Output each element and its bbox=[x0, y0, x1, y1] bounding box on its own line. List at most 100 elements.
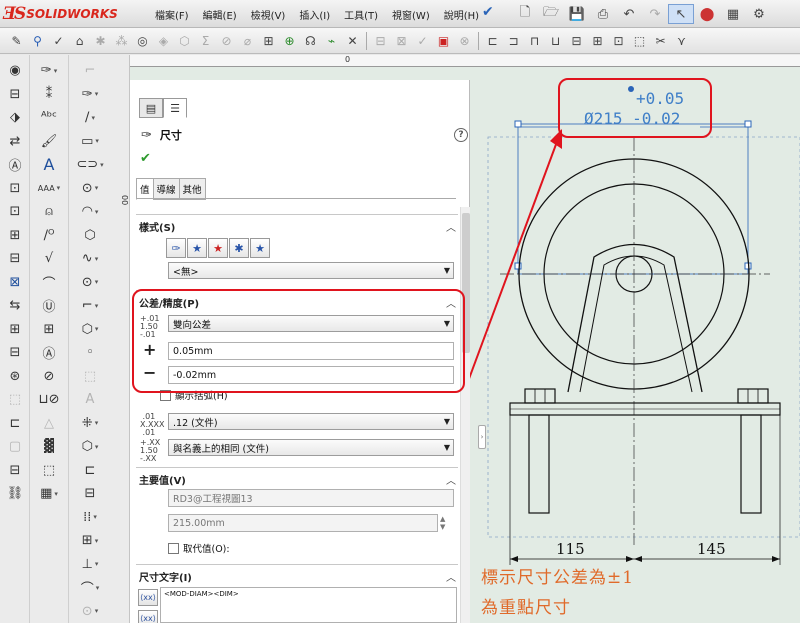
rebuild-icon[interactable]: ⬤ bbox=[694, 4, 720, 24]
layers-icon[interactable]: ⊟ bbox=[2, 459, 28, 483]
align-horizontal-icon[interactable]: ⊟ bbox=[566, 31, 587, 51]
dimension-text-button[interactable]: ⟨xx⟩ bbox=[138, 610, 158, 623]
spin-arrows-icon[interactable]: ▲ ▼ bbox=[440, 515, 445, 531]
undo-icon[interactable]: ↶ bbox=[616, 4, 642, 24]
collapse-chevron-icon[interactable]: ︿ bbox=[446, 219, 456, 234]
collapse-chevron-icon[interactable]: ︿ bbox=[446, 472, 456, 487]
dimension-reference-field[interactable]: RD3@工程視圖13 bbox=[168, 489, 454, 507]
arc-icon[interactable]: ◠ ▾ bbox=[72, 200, 108, 224]
links-icon[interactable]: ⛓ bbox=[2, 482, 28, 506]
ok-checkmark-icon[interactable]: ✔ bbox=[140, 151, 151, 166]
file-properties-icon[interactable]: ▦ bbox=[720, 4, 746, 24]
smart-dimension-tool-icon[interactable]: ✑ ▾ bbox=[32, 59, 66, 83]
fillet-icon[interactable]: ⌐ ▾ bbox=[72, 294, 108, 318]
model-view-icon[interactable]: ◉ bbox=[2, 59, 28, 83]
apply-default-style-icon[interactable]: ✑ bbox=[166, 238, 186, 258]
broken-out-section-icon[interactable]: ⊡ bbox=[2, 177, 28, 201]
mirror-icon[interactable]: ⊟ bbox=[72, 482, 108, 506]
datum-feature-tool-icon[interactable]: Ⓐ bbox=[32, 341, 66, 365]
slot-icon[interactable]: ⊂⊃ ▾ bbox=[72, 153, 108, 177]
line-icon[interactable]: ∕ ▾ bbox=[72, 106, 108, 130]
rapid-sketch-icon[interactable]: ⊙ ▾ bbox=[72, 600, 108, 623]
display-relations-icon[interactable]: ⊥ ▾ bbox=[72, 553, 108, 577]
geometric-tolerance-icon[interactable]: ⊞ bbox=[258, 31, 279, 51]
primary-value-field[interactable]: 215.00mm bbox=[168, 514, 438, 532]
datum-target-tool-icon[interactable]: ⊘ bbox=[32, 365, 66, 389]
section-view-icon[interactable]: ⇄ bbox=[2, 130, 28, 154]
style-select[interactable]: <無> ▼ bbox=[168, 262, 454, 279]
spell-checker-icon[interactable]: ᴬᵇᶜ bbox=[32, 106, 66, 130]
center-mark-icon[interactable]: ✕ bbox=[342, 31, 363, 51]
update-view-icon[interactable]: ⊛ bbox=[2, 365, 28, 389]
delete-style-icon[interactable]: ★ bbox=[208, 238, 228, 258]
align-left-icon[interactable]: ⊏ bbox=[482, 31, 503, 51]
menu-window[interactable]: 視窗(W) bbox=[392, 7, 430, 22]
smart-dim-sketch-icon[interactable]: ✑ ▾ bbox=[72, 83, 108, 107]
align-vertical-icon[interactable]: ⊞ bbox=[587, 31, 608, 51]
load-style-icon[interactable]: ★ bbox=[250, 238, 270, 258]
model-items-tool-icon[interactable]: ⁑ bbox=[32, 83, 66, 107]
tab-other[interactable]: 其他 bbox=[178, 178, 206, 200]
feature-manager-tab[interactable]: ▤ bbox=[139, 98, 163, 118]
block-tool-icon[interactable]: ⬚ bbox=[32, 459, 66, 483]
linear-pattern-sketch-icon[interactable]: ⁞⁞ ▾ bbox=[72, 506, 108, 530]
save-icon[interactable]: 💾 bbox=[564, 4, 590, 24]
format-painter-icon[interactable]: ⌂ bbox=[69, 31, 90, 51]
move-icon[interactable]: ⊞ ▾ bbox=[72, 529, 108, 553]
hole-callout-tool-icon[interactable]: Ⓤ bbox=[32, 294, 66, 318]
precision-select[interactable]: .12 (文件) ▼ bbox=[168, 413, 454, 430]
empty-view-icon[interactable]: ⊟ bbox=[2, 341, 28, 365]
spell-check-icon[interactable]: ✓ bbox=[48, 31, 69, 51]
convert-entities-icon[interactable]: ⬡ ▾ bbox=[72, 435, 108, 459]
menu-help[interactable]: 說明(H) bbox=[444, 7, 479, 22]
group-icon[interactable]: ⬚ bbox=[629, 31, 650, 51]
crop-view-icon[interactable]: ⊞ bbox=[2, 224, 28, 248]
align-right-icon[interactable]: ⊐ bbox=[503, 31, 524, 51]
area-hatch-tool-icon[interactable]: ▓ bbox=[32, 435, 66, 459]
redo-icon[interactable]: ↷ bbox=[642, 4, 668, 24]
balloon-tool-icon[interactable]: ⍝ bbox=[32, 200, 66, 224]
standard-views-icon[interactable]: ⊠ bbox=[2, 271, 28, 295]
solidworks-logo[interactable]: ƎS SOLIDWORKS bbox=[3, 4, 118, 24]
help-icon[interactable]: ? bbox=[454, 128, 468, 142]
rectangle-icon[interactable]: ▭ ▾ bbox=[72, 130, 108, 154]
hole-callout-icon[interactable]: ⌀ bbox=[237, 31, 258, 51]
relative-view-icon[interactable]: ⇆ bbox=[2, 294, 28, 318]
property-manager-tab[interactable]: ☰ bbox=[163, 98, 187, 118]
checkbox-box[interactable] bbox=[168, 542, 179, 554]
point-icon[interactable]: ◦ bbox=[72, 341, 108, 365]
table-tool-icon[interactable]: ▦ ▾ bbox=[32, 482, 66, 506]
projected-view-icon[interactable]: ⊟ bbox=[2, 83, 28, 107]
tolerance-upper-text[interactable]: +0.05 bbox=[636, 89, 684, 108]
alternate-position-icon[interactable]: ⊟ bbox=[2, 247, 28, 271]
detail-view-icon[interactable]: Ⓐ bbox=[2, 153, 28, 177]
dimension-145[interactable]: 145 bbox=[697, 540, 726, 558]
text-icon[interactable]: A bbox=[72, 388, 108, 412]
surface-finish-tool-icon[interactable]: √ bbox=[32, 247, 66, 271]
select-icon[interactable]: ↖ bbox=[668, 4, 694, 24]
circle-icon[interactable]: ⊙ ▾ bbox=[72, 177, 108, 201]
revision-table-icon[interactable]: ⊗ bbox=[454, 31, 475, 51]
smart-dimension-icon[interactable]: ✎ bbox=[6, 31, 27, 51]
panel-splitter-handle[interactable]: › bbox=[478, 425, 486, 449]
add-style-icon[interactable]: ★ bbox=[187, 238, 207, 258]
menu-view[interactable]: 檢視(V) bbox=[251, 7, 286, 22]
menu-file[interactable]: 檔案(F) bbox=[155, 7, 189, 22]
dimension-115[interactable]: 115 bbox=[556, 540, 585, 558]
format-painter-tool-icon[interactable]: 🖌 bbox=[32, 130, 66, 154]
predefined-view-icon[interactable]: ⊞ bbox=[2, 318, 28, 342]
cosmetic-thread-icon[interactable]: ⊔⊘ bbox=[32, 388, 66, 412]
tab-value[interactable]: 值 bbox=[136, 178, 154, 200]
datum-feature-icon[interactable]: ⊕ bbox=[279, 31, 300, 51]
auto-balloon-tool-icon[interactable]: ∕ᴼ bbox=[32, 224, 66, 248]
menu-insert[interactable]: 插入(I) bbox=[299, 7, 330, 22]
quick-snaps-icon[interactable]: ⌒ ▾ bbox=[72, 576, 108, 600]
revision-cloud-icon[interactable]: ⌁ bbox=[321, 31, 342, 51]
tab-leaders[interactable]: 導線 bbox=[152, 178, 180, 200]
weld-symbol-tool-icon[interactable]: ⌒ bbox=[32, 271, 66, 295]
dimension-text-input[interactable]: <MOD-DIAM><DIM> bbox=[160, 587, 457, 623]
sketch-icon[interactable]: ⌐ bbox=[72, 59, 108, 83]
surface-finish-icon[interactable]: Σ bbox=[195, 31, 216, 51]
area-hatch-icon[interactable]: ⊠ bbox=[391, 31, 412, 51]
weld-symbol-icon[interactable]: ⊘ bbox=[216, 31, 237, 51]
